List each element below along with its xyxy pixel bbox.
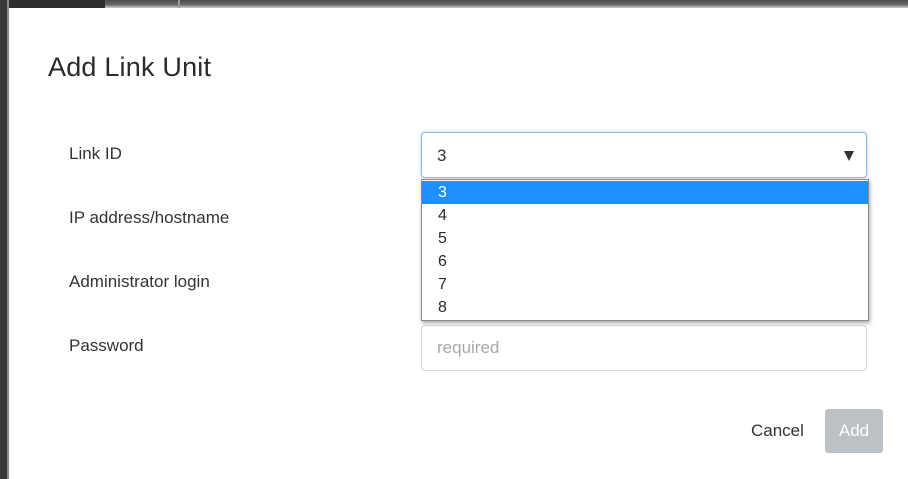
link-id-option[interactable]: 4 [422, 204, 868, 227]
password-input[interactable] [421, 325, 867, 371]
link-id-label: Link ID [69, 144, 122, 163]
app-page: Add Link Unit Link ID 3 IP address/hostn… [0, 0, 908, 479]
link-id-select[interactable]: 3 [421, 132, 867, 178]
link-id-option[interactable]: 3 [422, 181, 868, 204]
add-link-unit-dialog: Add Link Unit Link ID 3 IP address/hostn… [9, 8, 908, 479]
ip-address-label: IP address/hostname [69, 208, 230, 227]
link-id-option[interactable]: 5 [422, 227, 868, 250]
link-id-option[interactable]: 7 [422, 273, 868, 296]
background-window-edge [0, 0, 9, 479]
link-id-option[interactable]: 8 [422, 296, 868, 319]
background-window-divider [178, 0, 180, 8]
add-button[interactable]: Add [825, 409, 883, 453]
password-label: Password [69, 336, 144, 355]
link-id-option[interactable]: 6 [422, 250, 868, 273]
admin-login-label: Administrator login [69, 272, 210, 291]
background-window-segment [0, 0, 105, 8]
link-id-selected-value: 3 [437, 146, 447, 165]
cancel-button[interactable]: Cancel [751, 418, 804, 444]
dropdown-arrow-icon [844, 151, 854, 161]
dialog-title: Add Link Unit [48, 52, 212, 82]
link-id-dropdown-list: 345678 [421, 179, 869, 321]
background-window-strip [0, 0, 908, 8]
